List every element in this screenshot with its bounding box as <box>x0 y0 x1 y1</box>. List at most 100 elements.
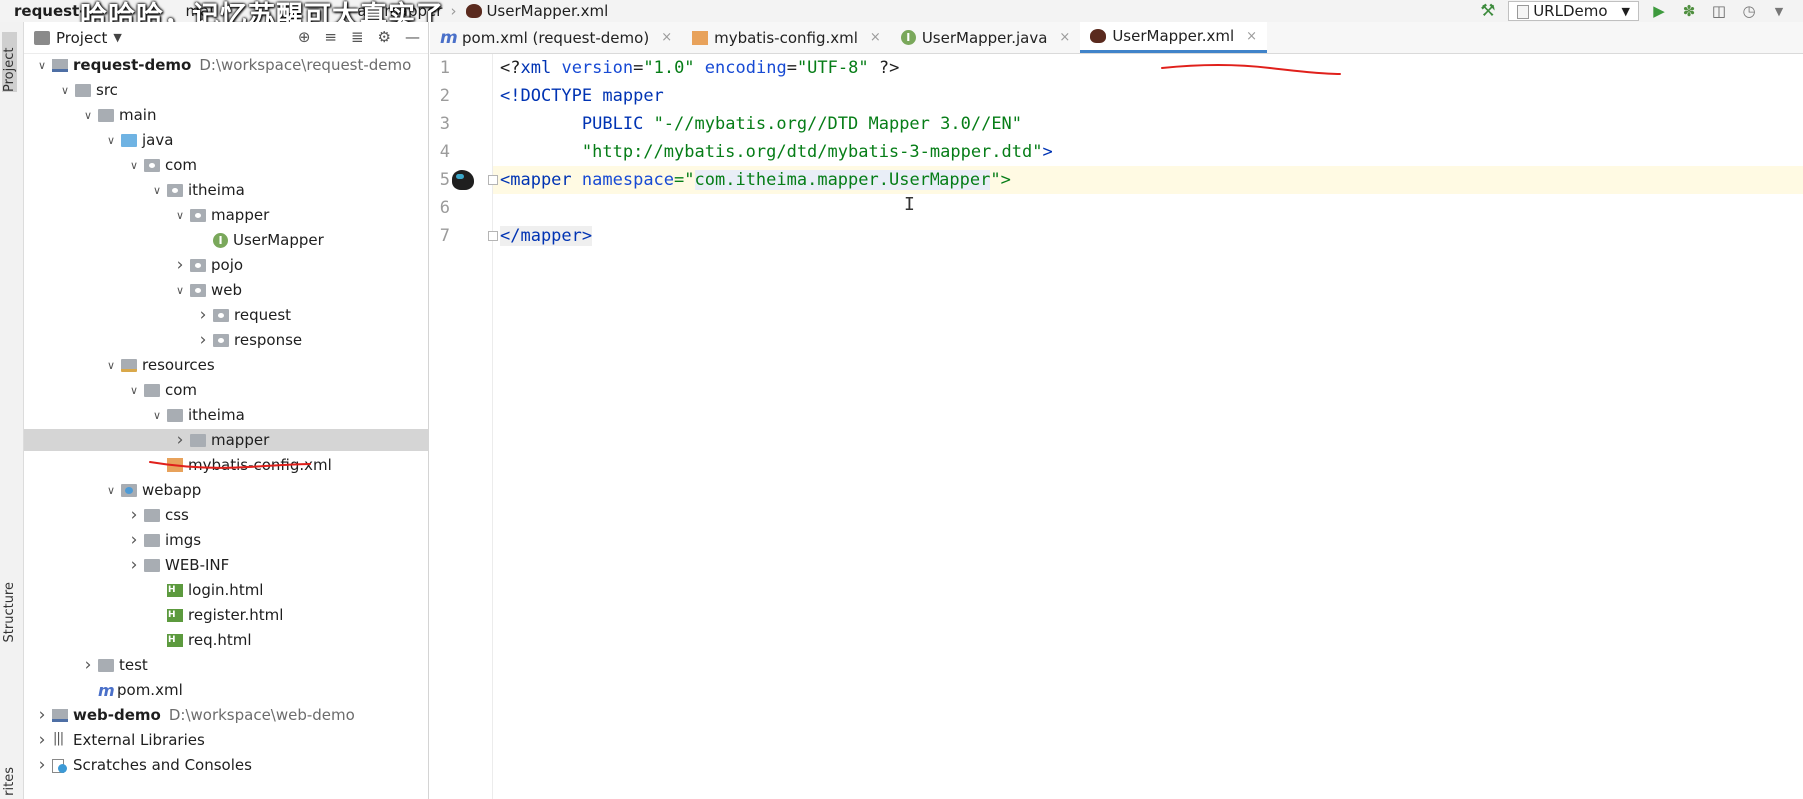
tree-node[interactable]: › Scratches and Consoles <box>24 754 429 776</box>
tree-node[interactable]: › css <box>24 504 429 526</box>
tree-node[interactable]: › WEB-INF <box>24 554 429 576</box>
minimize-icon[interactable]: — <box>405 28 420 46</box>
breadcrumb-project[interactable]: request- <box>14 2 89 20</box>
tree-node[interactable]: Hlogin.html <box>24 579 429 601</box>
project-panel: Project ▼ ⊕ ≡ ≣ ⚙ — ∨ request-demo D:\work… <box>24 22 429 799</box>
package-icon <box>190 283 206 297</box>
gear-icon[interactable]: ⚙ <box>378 28 391 46</box>
folder-icon <box>75 83 91 97</box>
tree-node[interactable]: ∨ webapp <box>24 479 429 501</box>
chevron-right-icon[interactable]: › <box>126 530 142 550</box>
chevron-right-icon[interactable]: › <box>34 755 50 775</box>
debug-bug-icon[interactable]: ✽ <box>1679 1 1699 21</box>
tree-node[interactable]: › imgs <box>24 529 429 551</box>
line-number: 1 <box>439 58 450 78</box>
expand-all-icon[interactable]: ≡ <box>324 28 337 46</box>
project-tool-tab[interactable]: Project <box>2 32 17 92</box>
chevron-right-icon[interactable]: › <box>126 505 142 525</box>
chevron-down-icon[interactable]: ▼ <box>113 31 121 44</box>
coverage-icon[interactable]: ◫ <box>1709 1 1729 21</box>
editor-tab-label: mybatis-config.xml <box>714 28 858 47</box>
tree-node-label: imgs <box>165 531 202 549</box>
tree-node[interactable]: ∨ resources <box>24 354 429 376</box>
tree-node[interactable]: ∨ itheima <box>24 179 429 201</box>
chevron-down-icon[interactable]: ∨ <box>57 84 73 97</box>
tree-node[interactable]: › test <box>24 654 429 676</box>
chevron-down-icon[interactable]: ∨ <box>126 159 142 172</box>
editor-tab[interactable]: I UserMapper.java × <box>891 22 1081 53</box>
chevron-right-icon[interactable]: › <box>34 705 50 725</box>
module-folder-icon <box>52 58 68 72</box>
html-file-icon: H <box>167 608 183 622</box>
chevron-down-icon[interactable]: ∨ <box>103 359 119 372</box>
tree-node-label: java <box>142 131 174 149</box>
editor-tab-label: pom.xml (request-demo) <box>462 28 650 47</box>
tree-node[interactable]: › response <box>24 329 429 351</box>
close-icon[interactable]: × <box>870 30 881 45</box>
chevron-down-icon[interactable]: ∨ <box>34 59 50 72</box>
tree-node[interactable]: ∨ src <box>24 79 429 101</box>
tree-node-label: web <box>211 281 243 299</box>
chevron-right-icon[interactable]: › <box>80 655 96 675</box>
tree-node[interactable]: ∨ main <box>24 104 429 126</box>
close-icon[interactable]: × <box>1246 29 1257 44</box>
library-icon <box>52 731 68 747</box>
tree-node[interactable]: › mapper <box>24 429 429 451</box>
build-hammer-icon[interactable]: ⚒ <box>1480 2 1498 20</box>
editor-tab[interactable]: m pom.xml (request-demo) × <box>430 22 682 53</box>
code-editor[interactable]: 1 2 3 4 5 6 7 <?xml version="1.0" encodi… <box>430 54 1803 799</box>
chevron-down-icon[interactable]: ∨ <box>149 184 165 197</box>
more-dropdown-icon[interactable]: ▼ <box>1769 1 1789 21</box>
tree-node[interactable]: › External Libraries <box>24 729 429 751</box>
editor-tab[interactable]: mybatis-config.xml × <box>682 22 891 53</box>
breadcrumb-current-file[interactable]: UserMapper.xml <box>486 2 612 20</box>
tree-node[interactable]: mybatis-config.xml <box>24 454 429 476</box>
run-toolbar: ⚒ URLDemo ▼ ▶ ✽ ◫ ◷ ▼ <box>1480 0 1803 22</box>
tree-node[interactable]: ∨ itheima <box>24 404 429 426</box>
chevron-down-icon[interactable]: ∨ <box>126 384 142 397</box>
chevron-down-icon[interactable]: ∨ <box>80 109 96 122</box>
project-view-title[interactable]: Project <box>56 29 107 47</box>
tree-node[interactable]: I UserMapper <box>24 229 429 251</box>
chevron-right-icon[interactable]: › <box>195 330 211 350</box>
favorites-tool-tab[interactable]: rites <box>2 767 17 796</box>
chevron-right-icon[interactable]: › <box>172 430 188 450</box>
chevron-down-icon[interactable]: ∨ <box>103 484 119 497</box>
run-configuration-select[interactable]: URLDemo ▼ <box>1508 1 1639 21</box>
tree-node[interactable]: › pojo <box>24 254 429 276</box>
breadcrumb-separator: › <box>450 2 457 20</box>
tree-node[interactable]: m pom.xml <box>24 679 429 701</box>
locate-file-icon[interactable]: ⊕ <box>298 28 311 46</box>
tree-node[interactable]: Hreq.html <box>24 629 429 651</box>
close-icon[interactable]: × <box>1059 30 1070 45</box>
fold-marker-icon[interactable] <box>488 175 498 185</box>
structure-tool-tab[interactable]: Structure <box>2 582 17 642</box>
tree-node[interactable]: ∨ com <box>24 379 429 401</box>
tree-node[interactable]: › request <box>24 304 429 326</box>
tree-node[interactable]: ∨ java <box>24 129 429 151</box>
fold-marker-icon[interactable] <box>488 231 498 241</box>
chevron-down-icon[interactable]: ∨ <box>172 209 188 222</box>
editor-tab[interactable]: UserMapper.xml × <box>1080 22 1268 53</box>
chevron-down-icon[interactable]: ∨ <box>149 409 165 422</box>
tree-node[interactable]: Hregister.html <box>24 604 429 626</box>
tree-node[interactable]: ∨ mapper <box>24 204 429 226</box>
folder-icon <box>144 508 160 522</box>
tree-node[interactable]: ∨ request-demo D:\workspace\request-demo <box>24 54 429 76</box>
chevron-right-icon[interactable]: › <box>195 305 211 325</box>
run-icon[interactable]: ▶ <box>1649 1 1669 21</box>
tree-node[interactable]: ∨ web <box>24 279 429 301</box>
chevron-down-icon[interactable]: ∨ <box>172 284 188 297</box>
close-icon[interactable]: × <box>661 30 672 45</box>
tree-node[interactable]: ∨ com <box>24 154 429 176</box>
chevron-down-icon[interactable]: ∨ <box>103 134 119 147</box>
collapse-all-icon[interactable]: ≣ <box>351 28 364 46</box>
chevron-right-icon[interactable]: › <box>126 555 142 575</box>
chevron-right-icon[interactable]: › <box>34 730 50 750</box>
profiler-icon[interactable]: ◷ <box>1739 1 1759 21</box>
chevron-right-icon[interactable]: › <box>172 255 188 275</box>
folder-icon <box>98 108 114 122</box>
tree-node-label: com <box>165 381 198 399</box>
mybatis-navigate-icon[interactable] <box>452 170 474 190</box>
tree-node[interactable]: › web-demo D:\workspace\web-demo <box>24 704 429 726</box>
